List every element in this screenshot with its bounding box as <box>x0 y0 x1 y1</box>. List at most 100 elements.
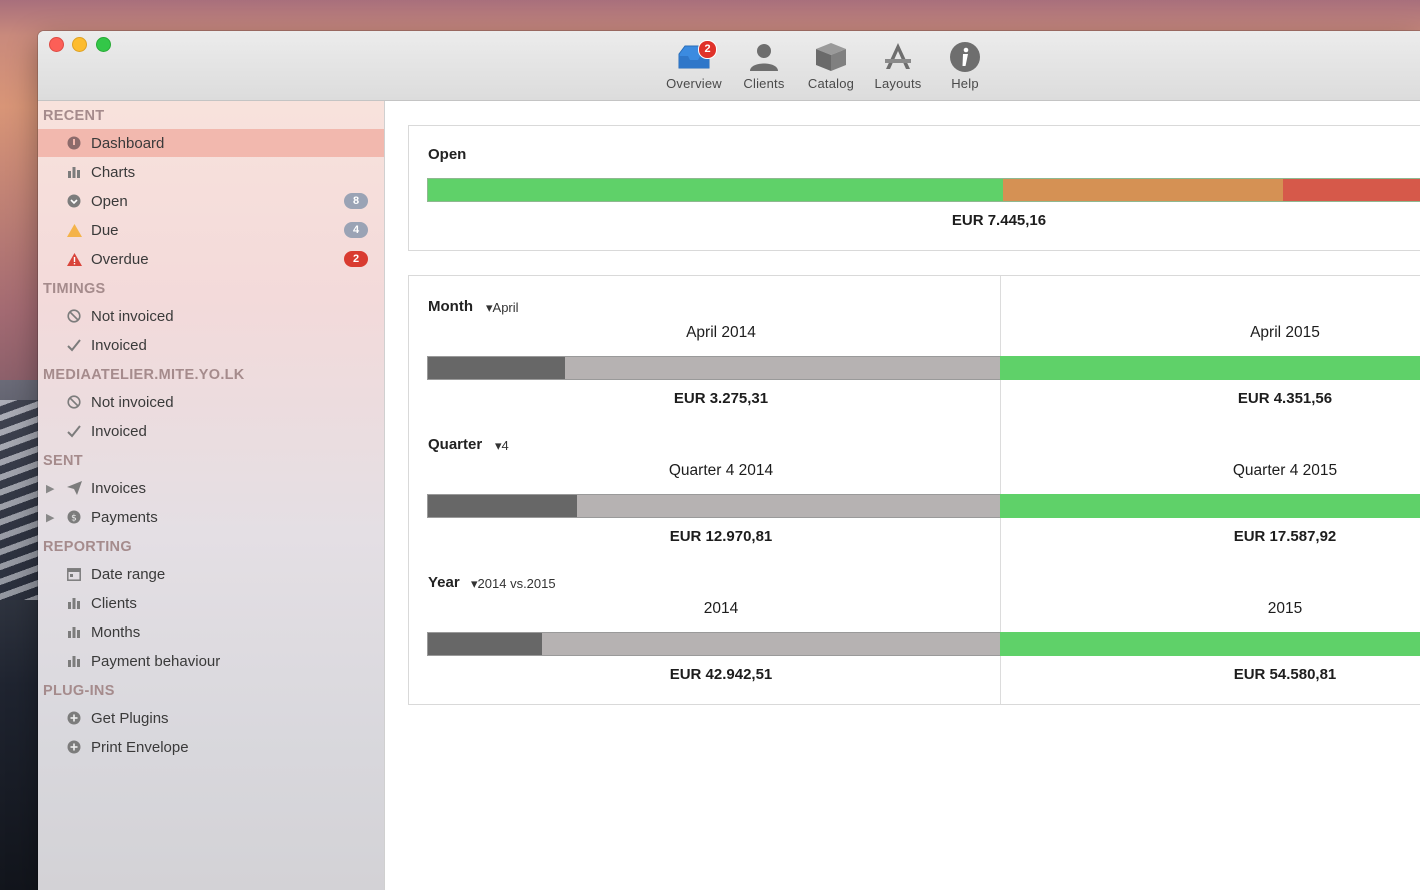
section-header-plugins: PLUG-INS <box>43 683 115 699</box>
clients-label: Clients <box>743 76 785 91</box>
sidebar-item-print-envelope[interactable]: Print Envelope <box>38 733 384 761</box>
sidebar-item-due[interactable]: Due 4 <box>38 216 384 244</box>
help-button[interactable]: Help <box>929 39 1001 91</box>
sidebar-item-open[interactable]: Open 8 <box>38 187 384 215</box>
sidebar-item-invoices[interactable]: ▶ Invoices <box>38 474 384 502</box>
sidebar-item-months[interactable]: Months <box>38 618 384 646</box>
year-right-bar <box>1000 632 1420 656</box>
desktop-snow <box>0 400 40 600</box>
sidebar-item-account-invoiced[interactable]: Invoiced <box>38 417 384 445</box>
open-bar-segment-2 <box>1283 179 1420 201</box>
sidebar-item-label: Due <box>91 221 119 239</box>
info-icon <box>950 42 980 72</box>
section-header-recent: RECENT <box>43 108 105 124</box>
sidebar-item-report-clients[interactable]: Clients <box>38 589 384 617</box>
month-right-amount: EUR 4.351,56 <box>1237 390 1333 407</box>
catalog-button[interactable]: Catalog <box>795 39 867 91</box>
zoom-window-button[interactable] <box>96 37 111 52</box>
month-selector-value: April <box>492 300 519 315</box>
help-label: Help <box>951 76 979 91</box>
month-left-bar-dark-segment <box>428 357 566 379</box>
prohibited-icon <box>66 394 82 410</box>
year-left-bar-dark-segment <box>428 633 543 655</box>
catalog-label: Catalog <box>807 76 855 91</box>
checkmark-icon <box>66 423 82 439</box>
clients-button[interactable]: Clients <box>728 39 800 91</box>
sidebar-item-charts[interactable]: Charts <box>38 158 384 186</box>
sidebar-item-label: Date range <box>91 565 166 583</box>
overview-button[interactable]: 2 Overview <box>658 39 730 91</box>
year-label: Year <box>428 574 460 591</box>
prohibited-icon <box>66 308 82 324</box>
sidebar-item-label: Dashboard <box>91 134 165 152</box>
bar-chart-icon <box>66 595 82 611</box>
year-selector[interactable]: ▾2014 vs.2015 <box>471 576 556 592</box>
app-window: 2 Overview Clients Catalog Layouts Help … <box>38 31 1420 890</box>
open-bar-segment-1 <box>1003 179 1284 201</box>
section-header-reporting: REPORTING <box>43 539 132 555</box>
quarter-selector-value: 4 <box>501 438 509 453</box>
quarter-right-amount: EUR 17.587,92 <box>1233 528 1337 545</box>
open-count-badge: 8 <box>344 193 368 209</box>
month-left-bar <box>427 356 1001 380</box>
sidebar-item-dashboard[interactable]: Dashboard <box>38 129 384 157</box>
open-panel-title: Open <box>428 146 467 163</box>
sidebar-item-label: Months <box>91 623 141 641</box>
quarter-label: Quarter <box>428 436 483 453</box>
bar-chart-icon <box>66 653 82 669</box>
sidebar-item-payments[interactable]: ▶ $ Payments <box>38 503 384 531</box>
quarter-left-bar <box>427 494 1001 518</box>
disclosure-triangle-icon[interactable]: ▶ <box>46 511 54 524</box>
sidebar-item-overdue[interactable]: Overdue 2 <box>38 245 384 273</box>
sidebar-item-account-not-invoiced[interactable]: Not invoiced <box>38 388 384 416</box>
section-header-sent: SENT <box>43 453 83 469</box>
year-left-bar <box>427 632 1001 656</box>
month-left-amount: EUR 3.275,31 <box>673 390 769 407</box>
sidebar-item-label: Payments <box>91 508 158 526</box>
month-left-bar-light-segment <box>565 357 1000 379</box>
month-selector[interactable]: ▾April <box>486 300 519 316</box>
month-label: Month <box>428 298 473 315</box>
bar-chart-icon <box>66 624 82 640</box>
checkmark-icon <box>66 337 82 353</box>
plus-circle-icon <box>66 739 82 755</box>
sidebar-item-label: Not invoiced <box>91 393 174 411</box>
layouts-button[interactable]: Layouts <box>862 39 934 91</box>
sidebar-item-get-plugins[interactable]: Get Plugins <box>38 704 384 732</box>
warning-red-icon <box>66 251 82 267</box>
bar-chart-icon <box>66 164 82 180</box>
sidebar-item-timings-invoiced[interactable]: Invoiced <box>38 331 384 359</box>
sidebar-item-label: Print Envelope <box>91 738 189 756</box>
sidebar-item-label: Open <box>91 192 128 210</box>
comparison-panel: Month ▾April April 2014 April 2015 EUR 3… <box>408 275 1420 705</box>
quarter-left-bar-dark-segment <box>428 495 577 517</box>
overview-label: Overview <box>666 76 722 91</box>
sidebar-item-date-range[interactable]: Date range <box>38 560 384 588</box>
sidebar-item-label: Invoiced <box>91 336 147 354</box>
year-left-bar-light-segment <box>542 633 1000 655</box>
open-panel: Open EUR 7.445,16 <box>408 125 1420 251</box>
year-right-heading: 2015 <box>1267 600 1303 617</box>
due-count-badge: 4 <box>344 222 368 238</box>
close-window-button[interactable] <box>49 37 64 52</box>
sidebar-item-timings-not-invoiced[interactable]: Not invoiced <box>38 302 384 330</box>
year-selector-value: 2014 vs.2015 <box>477 576 556 591</box>
sidebar-item-payment-behaviour[interactable]: Payment behaviour <box>38 647 384 675</box>
year-right-amount: EUR 54.580,81 <box>1233 666 1337 683</box>
sidebar-item-label: Not invoiced <box>91 307 174 325</box>
month-right-bar <box>1000 356 1420 380</box>
month-right-heading: April 2015 <box>1250 324 1320 341</box>
quarter-selector[interactable]: ▾4 <box>495 438 509 454</box>
person-icon <box>750 44 778 71</box>
dashboard-icon <box>66 135 82 151</box>
minimize-window-button[interactable] <box>72 37 87 52</box>
quarter-left-amount: EUR 12.970,81 <box>669 528 773 545</box>
open-bar-segment-0 <box>428 179 1004 201</box>
disclosure-triangle-icon[interactable]: ▶ <box>46 482 54 495</box>
titlebar: 2 Overview Clients Catalog Layouts Help <box>38 31 1420 101</box>
svg-text:$: $ <box>71 514 77 524</box>
sidebar-item-label: Get Plugins <box>91 709 169 727</box>
open-stacked-bar <box>427 178 1420 202</box>
overdue-count-badge: 2 <box>344 251 368 267</box>
section-header-timings: TIMINGS <box>43 281 106 297</box>
